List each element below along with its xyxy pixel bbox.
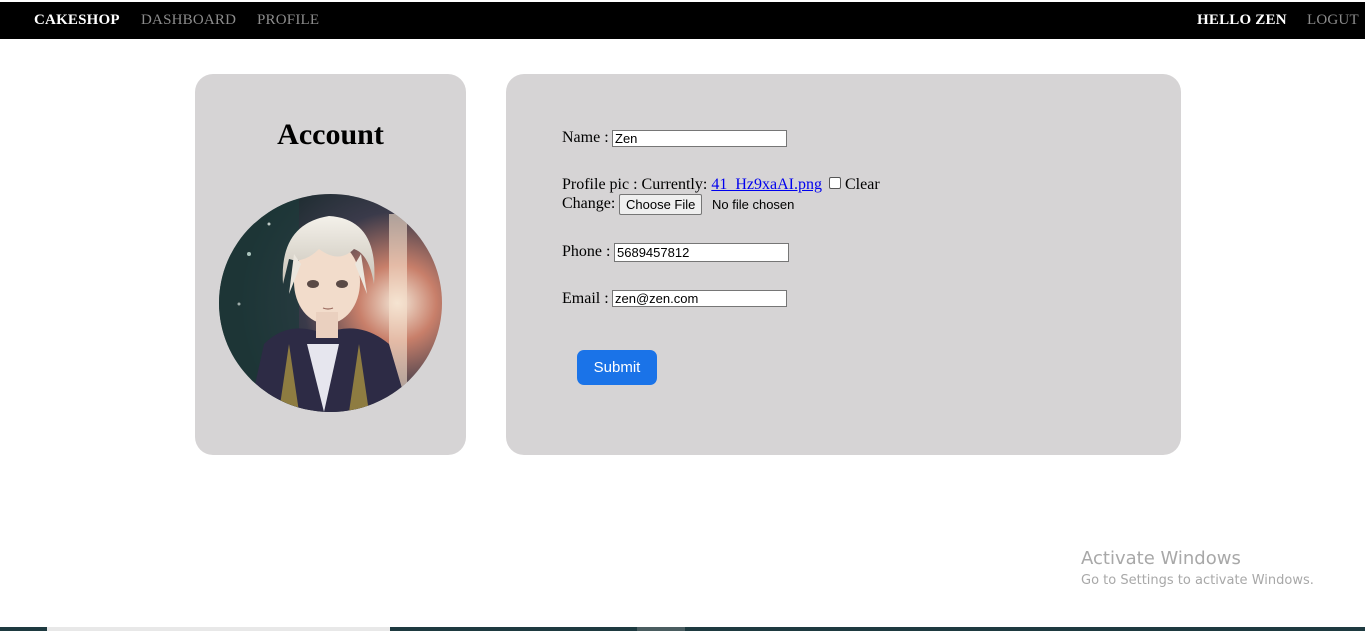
avatar: [219, 194, 442, 412]
user-greeting: HELLO ZEN: [1197, 12, 1287, 28]
profile-pic-row: Profile pic : Currently: 41_Hz9xaAI.png: [562, 176, 822, 194]
activate-windows-subtitle: Go to Settings to activate Windows.: [1081, 573, 1314, 588]
phone-label: Phone :: [562, 243, 611, 260]
taskbar-segment: [47, 627, 390, 631]
change-label: Change:: [562, 195, 616, 212]
top-navbar: CAKESHOP DASHBOARD PROFILE HELLO ZEN LOG…: [0, 2, 1365, 39]
email-label: Email :: [562, 290, 609, 307]
account-card: Account: [195, 74, 466, 455]
nav-brand-link[interactable]: CAKESHOP: [34, 12, 120, 29]
choose-file-button[interactable]: Choose File: [619, 194, 703, 215]
submit-button[interactable]: Submit: [577, 350, 657, 385]
no-file-chosen-text: No file chosen: [712, 197, 795, 212]
profile-form-card: Name : Profile pic : Currently: 41_Hz9xa…: [506, 74, 1181, 455]
nav-link-dashboard[interactable]: DASHBOARD: [141, 12, 236, 29]
current-file-link[interactable]: 41_Hz9xaAI.png: [711, 176, 822, 193]
logout-link[interactable]: LOGUT: [1307, 12, 1359, 29]
clear-checkbox[interactable]: [829, 177, 841, 189]
avatar-image: [219, 194, 442, 412]
profile-pic-label: Profile pic : Currently:: [562, 176, 708, 193]
nav-link-profile[interactable]: PROFILE: [257, 12, 319, 29]
email-input[interactable]: [612, 290, 787, 307]
clear-label: Clear: [845, 176, 880, 193]
name-label: Name :: [562, 129, 609, 146]
taskbar-segment: [637, 627, 685, 631]
activate-windows-title: Activate Windows: [1081, 548, 1241, 569]
name-input[interactable]: [612, 130, 787, 147]
phone-input[interactable]: [614, 243, 789, 262]
account-title: Account: [277, 118, 384, 151]
